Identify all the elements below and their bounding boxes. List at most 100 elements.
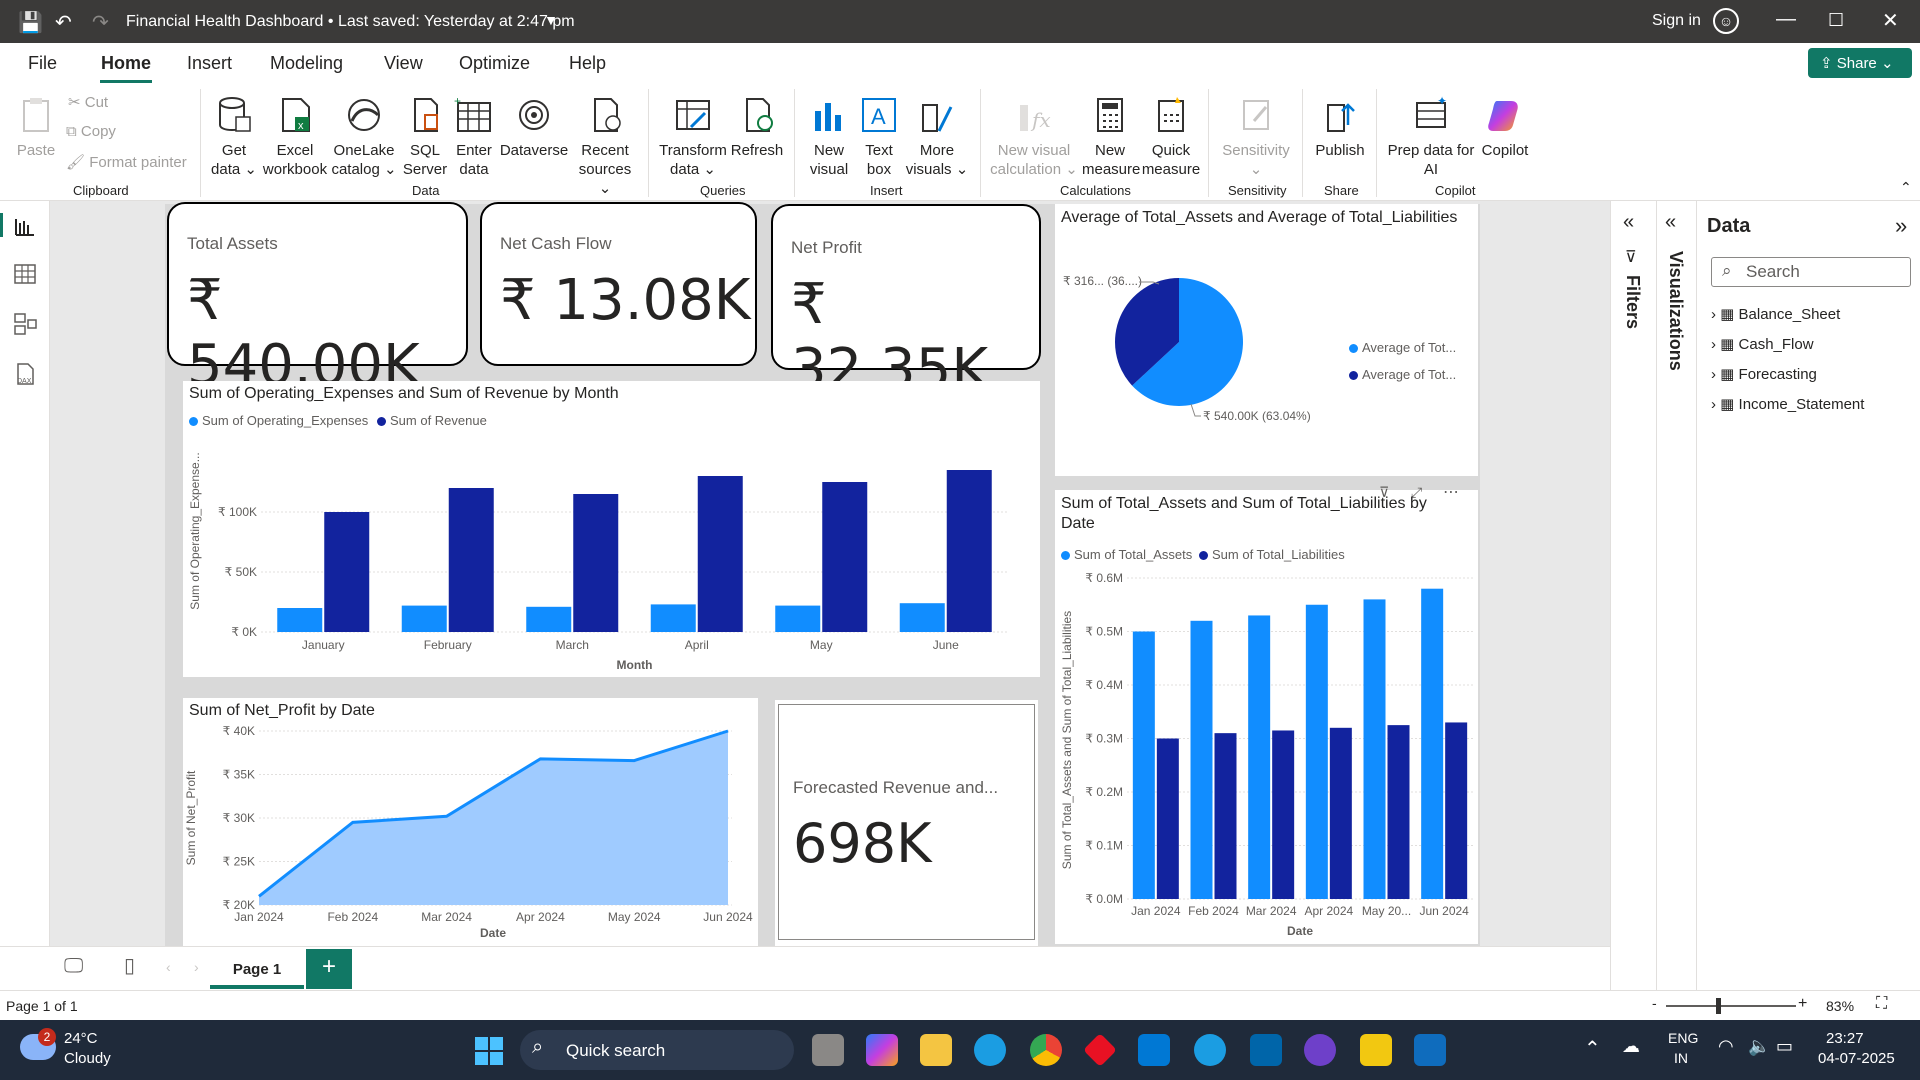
sensitivity-button[interactable]: Sensitivity ⌄ <box>1216 95 1296 179</box>
next-page-icon[interactable]: › <box>194 959 199 975</box>
share-button[interactable]: ⇪ Share ⌄ <box>1808 48 1912 78</box>
prev-page-icon[interactable]: ‹ <box>166 959 171 975</box>
zoom-in-icon[interactable]: + <box>1798 995 1807 1013</box>
window-title[interactable]: Financial Health Dashboard • Last saved:… <box>126 13 575 31</box>
file-explorer-icon[interactable] <box>920 1034 952 1066</box>
expand-visualizations-icon[interactable]: « <box>1665 211 1676 234</box>
table-item-forecasting[interactable]: › ▦ Forecasting <box>1711 365 1817 383</box>
page-tab[interactable]: Page 1 <box>210 949 304 989</box>
recent-sources-button[interactable]: Recent sources ⌄ <box>574 95 636 198</box>
profile-icon[interactable]: ☺ <box>1713 8 1739 34</box>
maximize-icon[interactable]: ☐ <box>1828 10 1844 31</box>
format-painter-button[interactable]: 🖌 Format painter <box>66 153 187 171</box>
wifi-icon[interactable]: ◠ <box>1718 1036 1734 1057</box>
close-icon[interactable]: ✕ <box>1882 8 1899 33</box>
excel-workbook-button[interactable]: x Excel workbook <box>262 95 328 179</box>
assets-liabilities-chart-visual[interactable]: ⊽ ⤢ ⋯ Sum of Total_Assets and Sum of Tot… <box>1055 484 1478 944</box>
weather-desc[interactable]: Cloudy <box>64 1050 111 1067</box>
minimize-icon[interactable]: — <box>1776 8 1796 31</box>
new-visual-calculation-button[interactable]: fx New visual calculation ⌄ <box>988 95 1080 179</box>
expand-filters-icon[interactable]: « <box>1623 211 1634 234</box>
zoom-level[interactable]: 83% <box>1826 998 1854 1014</box>
report-view-icon[interactable] <box>12 213 38 239</box>
data-search-input[interactable]: ⌕ Search <box>1711 257 1911 287</box>
model-view-icon[interactable] <box>12 311 38 337</box>
quick-measure-button[interactable]: Quick measure <box>1140 95 1202 179</box>
paste-button[interactable]: Paste <box>14 95 58 160</box>
clock-date[interactable]: 04-07-2025 <box>1818 1050 1895 1067</box>
copilot-button[interactable]: Copilot <box>1478 95 1532 160</box>
menu-help[interactable]: Help <box>569 53 606 74</box>
windows-start-icon[interactable] <box>474 1036 504 1066</box>
menu-insert[interactable]: Insert <box>187 53 232 74</box>
menu-view[interactable]: View <box>384 53 423 74</box>
menu-home[interactable]: Home <box>101 53 151 74</box>
help-icon[interactable] <box>1194 1034 1226 1066</box>
card-net-profit[interactable]: Net Profit ₹ 32.35K <box>771 204 1041 402</box>
text-box-button[interactable]: A Text box <box>856 95 902 179</box>
pie-chart-visual[interactable]: Average of Total_Assets and Average of T… <box>1055 204 1478 476</box>
menu-modeling[interactable]: Modeling <box>270 53 343 74</box>
dataverse-button[interactable]: Dataverse <box>498 95 570 160</box>
table-item-balance-sheet[interactable]: › ▦ Balance_Sheet <box>1711 305 1840 323</box>
vscode-icon[interactable] <box>1250 1034 1282 1066</box>
net-profit-chart-visual[interactable]: Sum of Net_Profit by Date ₹ 20K ₹ 25K ₹ 30… <box>183 698 758 946</box>
chevron-up-icon[interactable]: ⌃ <box>1584 1036 1601 1061</box>
github-icon[interactable] <box>1304 1034 1336 1066</box>
onedrive-icon[interactable]: ☁ <box>1622 1036 1640 1057</box>
get-data-button[interactable]: Get data ⌄ <box>206 95 262 179</box>
zoom-slider-thumb[interactable] <box>1716 998 1721 1014</box>
language-primary[interactable]: ENG <box>1668 1030 1698 1046</box>
fit-to-page-icon[interactable]: ⛶ <box>1876 995 1887 1013</box>
menu-optimize[interactable]: Optimize <box>459 53 530 74</box>
legend-item[interactable]: Average of Tot... <box>1349 340 1456 355</box>
volume-icon[interactable]: 🔈 <box>1748 1036 1770 1057</box>
zoom-out-icon[interactable]: - <box>1652 995 1657 1011</box>
card-total-assets[interactable]: Total Assets ₹ 540.00K <box>167 202 468 398</box>
edge-icon[interactable] <box>974 1034 1006 1066</box>
prep-data-ai-button[interactable]: ✦ Prep data for AI <box>1386 95 1476 179</box>
quick-search-input[interactable]: ⌕ Quick search <box>520 1030 794 1070</box>
task-view-icon[interactable] <box>812 1034 844 1066</box>
copilot-app-icon[interactable] <box>866 1034 898 1066</box>
legend-item[interactable]: Average of Tot... <box>1349 367 1456 382</box>
add-page-button[interactable]: + <box>306 949 352 989</box>
sql-server-button[interactable]: SQL Server <box>400 95 450 179</box>
undo-icon[interactable]: ↶ <box>55 10 72 35</box>
refresh-button[interactable]: Refresh <box>730 95 784 160</box>
mobile-layout-icon[interactable]: ▯ <box>124 953 135 978</box>
enter-data-button[interactable]: + Enter data <box>452 95 496 179</box>
forecast-card-visual[interactable]: Forecasted Revenue and... 698K <box>775 700 1038 946</box>
opex-revenue-chart-visual[interactable]: Sum of Operating_Expenses and Sum of Rev… <box>183 381 1040 677</box>
dax-query-icon[interactable]: DAX <box>12 361 38 387</box>
collapse-ribbon-icon[interactable]: ⌃ <box>1900 179 1912 196</box>
chrome-icon[interactable] <box>1030 1034 1062 1066</box>
publish-button[interactable]: Publish <box>1310 95 1370 160</box>
redo-icon[interactable]: ↷ <box>92 10 109 35</box>
photos-icon[interactable] <box>1414 1034 1446 1066</box>
zoom-slider[interactable] <box>1666 1005 1796 1007</box>
onelake-catalog-button[interactable]: OneLake catalog ⌄ <box>330 95 398 179</box>
table-item-income-statement[interactable]: › ▦ Income_Statement <box>1711 395 1864 413</box>
transform-data-button[interactable]: Transform data ⌄ <box>658 95 728 179</box>
battery-icon[interactable]: ▭ <box>1776 1036 1793 1057</box>
desktop-layout-icon[interactable]: 🖵 <box>64 955 83 978</box>
sign-in-link[interactable]: Sign in <box>1652 12 1701 30</box>
save-icon[interactable]: 💾 <box>18 10 43 35</box>
copy-button[interactable]: ⧉ Copy <box>66 123 116 140</box>
language-secondary[interactable]: IN <box>1674 1050 1688 1066</box>
table-view-icon[interactable] <box>12 261 38 287</box>
title-dropdown-icon[interactable]: ▼ <box>544 12 558 28</box>
clock-time[interactable]: 23:27 <box>1826 1030 1864 1047</box>
collapse-data-pane-icon[interactable]: » <box>1895 213 1907 239</box>
app-icon[interactable] <box>1083 1033 1117 1067</box>
power-bi-icon[interactable] <box>1360 1034 1392 1066</box>
menu-file[interactable]: File <box>28 53 57 74</box>
store-icon[interactable] <box>1138 1034 1170 1066</box>
filters-pane-collapsed[interactable]: « ⊽ Filters <box>1610 201 1656 990</box>
visualizations-pane-collapsed[interactable]: « Visualizations <box>1656 201 1696 990</box>
table-item-cash-flow[interactable]: › ▦ Cash_Flow <box>1711 335 1814 353</box>
more-visuals-button[interactable]: More visuals ⌄ <box>904 95 970 179</box>
card-net-cash-flow[interactable]: Net Cash Flow ₹ 13.08K <box>480 202 757 366</box>
new-measure-button[interactable]: New measure <box>1082 95 1140 179</box>
